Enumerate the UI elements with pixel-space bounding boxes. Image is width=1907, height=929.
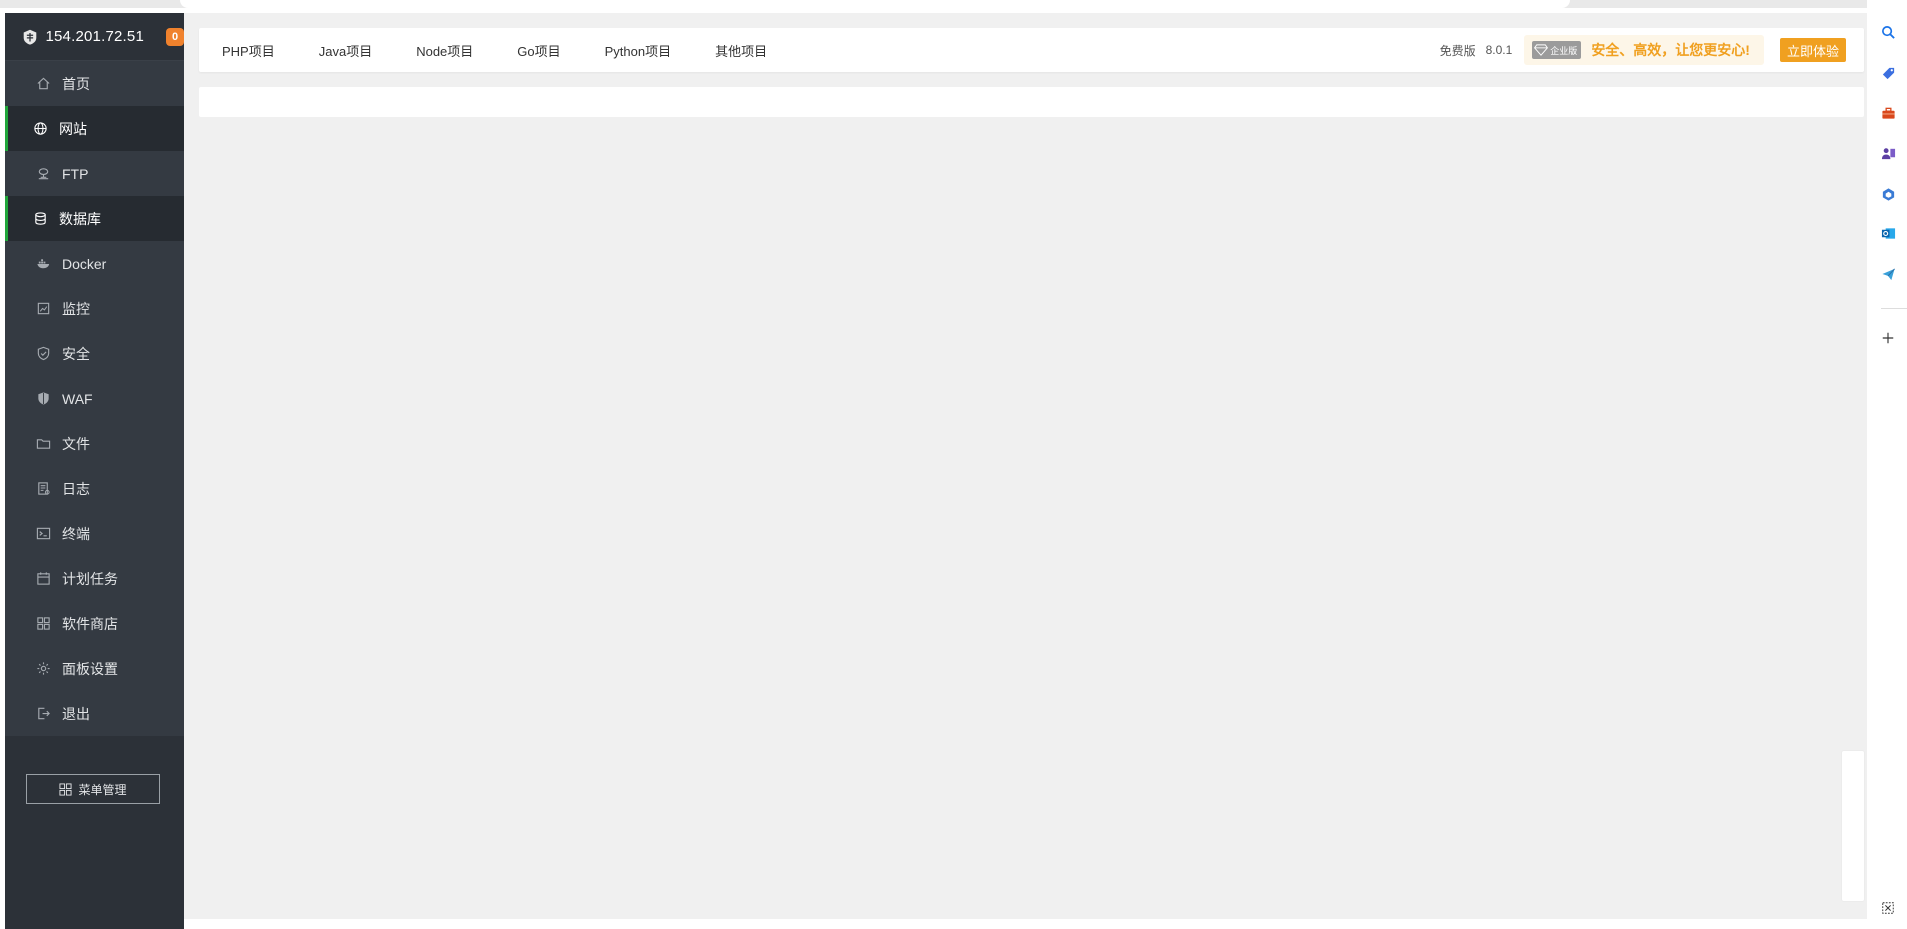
sidebar-item-label: 日志 [62, 480, 90, 497]
sidebar-item-monitor[interactable]: 监控 [5, 286, 184, 331]
project-tabs-bar: PHP项目 Java项目 Node项目 Go项目 Python项目 其他项目 免… [199, 28, 1864, 72]
logout-icon [35, 706, 51, 722]
outlook-icon[interactable] [1881, 223, 1907, 243]
sidebar-item-label: 软件商店 [62, 615, 118, 632]
sidebar-item-home[interactable]: 首页 [5, 61, 184, 106]
sidebar-item-security[interactable]: 安全 [5, 331, 184, 376]
calendar-icon [35, 571, 51, 587]
folder-icon [35, 436, 51, 452]
people-icon[interactable] [1881, 143, 1907, 163]
terminal-icon [35, 526, 51, 542]
sidebar-item-files[interactable]: 文件 [5, 421, 184, 466]
log-icon [35, 481, 51, 497]
enterprise-tag: 企业版 [1532, 41, 1582, 59]
sidebar-item-label: 计划任务 [62, 570, 118, 587]
sidebar-item-label: 终端 [62, 525, 90, 542]
tab-php-project[interactable]: PHP项目 [208, 28, 289, 72]
sidebar-item-label: 面板设置 [62, 660, 118, 677]
notification-badge[interactable]: 0 [166, 27, 184, 46]
sidebar-item-label: FTP [62, 165, 89, 182]
tab-java-project[interactable]: Java项目 [305, 28, 386, 72]
server-ip: 154.201.72.51 [45, 28, 144, 45]
edition-label: 免费版 [1439, 43, 1476, 58]
home-icon [35, 76, 51, 92]
main-bottom-strip [184, 919, 1867, 929]
globe-icon [32, 121, 48, 137]
menu-manage-area: 菜单管理 [5, 736, 184, 916]
sidebar-item-database[interactable]: 数据库 [5, 196, 184, 241]
browser-tab-edge [180, 0, 1570, 8]
sidebar-item-label: WAF [62, 390, 93, 407]
sidebar-item-label: 退出 [62, 705, 90, 722]
browser-side-rail [1867, 0, 1907, 929]
diamond-icon [1534, 44, 1549, 56]
sidebar-item-label: 监控 [62, 300, 90, 317]
sidebar: 154.201.72.51 0 首页 网站 FTP 数据库 Docker 监控 … [5, 13, 184, 929]
docker-icon [35, 256, 51, 272]
screenshot-icon[interactable] [1881, 898, 1907, 918]
tab-go-project[interactable]: Go项目 [503, 28, 574, 72]
version-label[interactable]: 8.0.1 [1486, 43, 1513, 57]
sidebar-item-label: 数据库 [59, 210, 101, 227]
sidebar-item-settings[interactable]: 面板设置 [5, 646, 184, 691]
tab-python-project[interactable]: Python项目 [591, 28, 685, 72]
gear-icon [35, 661, 51, 677]
sidebar-item-label: 文件 [62, 435, 90, 452]
toolbox-icon[interactable] [1881, 103, 1907, 123]
sidebar-menu: 首页 网站 FTP 数据库 Docker 监控 安全 WAF 文件 日志 终端 … [5, 61, 184, 736]
promo-text: 安全、高效，让您更安心! [1591, 42, 1750, 58]
enterprise-promo[interactable]: 企业版 安全、高效，让您更安心! [1524, 35, 1764, 65]
search-icon[interactable] [1881, 22, 1907, 42]
tag-icon[interactable] [1881, 63, 1907, 83]
sidebar-item-ftp[interactable]: FTP [5, 151, 184, 196]
floating-side-panel[interactable] [1842, 751, 1864, 901]
menu-manage-button[interactable]: 菜单管理 [26, 774, 160, 804]
database-icon [32, 211, 48, 227]
menu-manage-label: 菜单管理 [78, 782, 127, 797]
ftp-icon [35, 166, 51, 182]
sidebar-item-label: Docker [62, 255, 107, 272]
sidebar-item-cron[interactable]: 计划任务 [5, 556, 184, 601]
panel-logo-icon[interactable] [21, 27, 39, 47]
sidebar-item-label: 首页 [62, 75, 90, 92]
browser-chrome-top [0, 0, 1907, 8]
sidebar-item-store[interactable]: 软件商店 [5, 601, 184, 646]
sidebar-item-label: 安全 [62, 345, 90, 362]
add-icon[interactable] [1881, 328, 1907, 348]
enterprise-tag-label: 企业版 [1550, 45, 1578, 56]
topbar-right: 免费版 8.0.1 企业版 安全、高效，让您更安心! 立即体验 [1440, 35, 1864, 65]
try-now-button[interactable]: 立即体验 [1779, 38, 1846, 62]
apps-grid-icon [35, 616, 51, 632]
sidebar-item-website[interactable]: 网站 [5, 106, 184, 151]
send-icon[interactable] [1881, 264, 1907, 284]
rail-divider [1881, 308, 1907, 309]
sidebar-item-docker[interactable]: Docker [5, 241, 184, 286]
tab-node-project[interactable]: Node项目 [402, 28, 487, 72]
tab-other-project[interactable]: 其他项目 [701, 28, 781, 72]
shield-check-icon [35, 346, 51, 362]
monitor-icon [35, 301, 51, 317]
sidebar-item-logout[interactable]: 退出 [5, 691, 184, 736]
copilot-icon[interactable] [1881, 184, 1907, 204]
sidebar-item-label: 网站 [59, 120, 87, 137]
main-content: PHP项目 Java项目 Node项目 Go项目 Python项目 其他项目 免… [184, 13, 1867, 929]
sidebar-item-terminal[interactable]: 终端 [5, 511, 184, 556]
sidebar-item-logs[interactable]: 日志 [5, 466, 184, 511]
content-panel [199, 87, 1864, 117]
grid-icon [59, 782, 73, 796]
waf-shield-icon [35, 391, 51, 407]
sidebar-header: 154.201.72.51 0 [5, 13, 184, 61]
project-tabs: PHP项目 Java项目 Node项目 Go项目 Python项目 其他项目 [199, 28, 797, 72]
sidebar-item-waf[interactable]: WAF [5, 376, 184, 421]
